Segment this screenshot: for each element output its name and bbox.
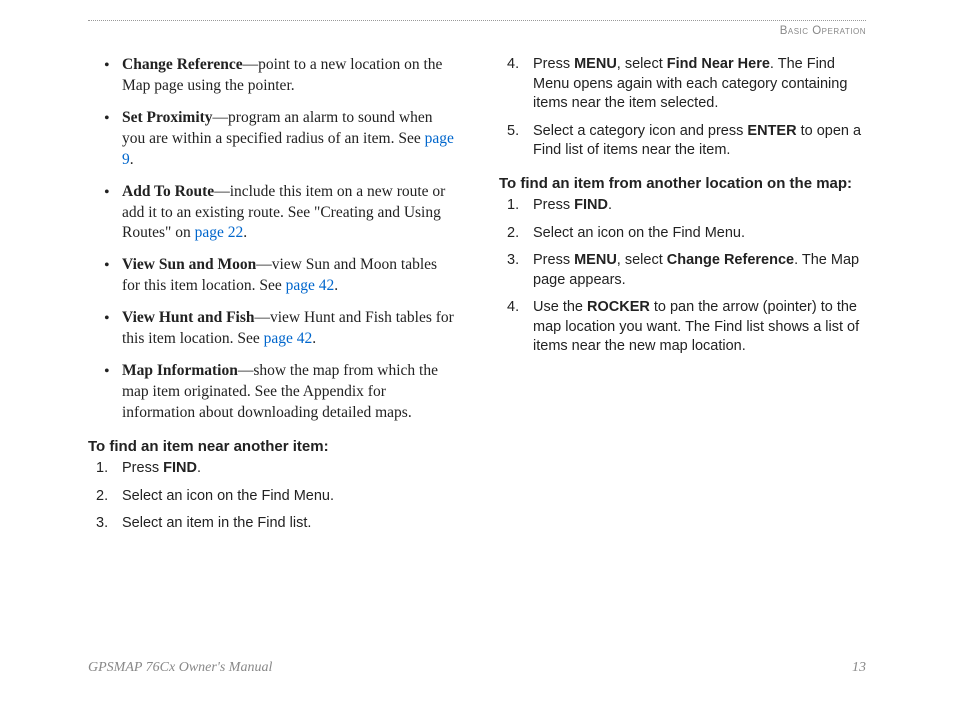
step-text: Select an icon on the Find Menu. <box>122 488 334 504</box>
step-item: 5. Select a category icon and press ENTE… <box>499 122 866 161</box>
bullet-title: Set Proximity <box>122 109 213 126</box>
step-text-pre: Select a category icon and press <box>533 123 747 139</box>
step-number: 1. <box>507 196 519 216</box>
left-column: Change Reference—point to a new location… <box>88 55 455 542</box>
step-number: 4. <box>507 298 519 318</box>
step-text-mid: , select <box>617 56 667 72</box>
key-change-reference: Change Reference <box>667 252 794 268</box>
step-text-pre: Use the <box>533 299 587 315</box>
key-menu: MENU <box>574 252 617 268</box>
step-item: 4. Use the ROCKER to pan the arrow (poin… <box>499 298 866 357</box>
step-number: 3. <box>96 514 108 534</box>
step-text-mid: , select <box>617 252 667 268</box>
key-find-near-here: Find Near Here <box>667 56 770 72</box>
step-number: 4. <box>507 55 519 75</box>
bullet-title: View Hunt and Fish <box>122 309 255 326</box>
step-item: 2. Select an icon on the Find Menu. <box>499 224 866 244</box>
bullet-view-sun-moon: View Sun and Moon—view Sun and Moon tabl… <box>104 255 455 297</box>
key-find: FIND <box>163 460 197 476</box>
bullet-title: Add To Route <box>122 183 214 200</box>
page-number: 13 <box>852 660 866 676</box>
step-item: 1. Press FIND. <box>88 459 455 479</box>
step-item: 4. Press MENU, select Find Near Here. Th… <box>499 55 866 114</box>
step-text: Select an item in the Find list. <box>122 515 311 531</box>
step-item: 3. Press MENU, select Change Reference. … <box>499 251 866 290</box>
page-link[interactable]: page 22 <box>195 224 244 241</box>
bullet-desc-end: . <box>243 224 247 241</box>
bullet-map-information: Map Information—show the map from which … <box>104 361 455 424</box>
section-header: Basic Operation <box>88 25 866 37</box>
bullet-set-proximity: Set Proximity—program an alarm to sound … <box>104 108 455 171</box>
bullet-desc-end: . <box>334 277 338 294</box>
step-number: 3. <box>507 251 519 271</box>
step-text-pre: Press <box>122 460 163 476</box>
page-footer: GPSMAP 76Cx Owner's Manual 13 <box>88 660 866 676</box>
right-column: 4. Press MENU, select Find Near Here. Th… <box>499 55 866 542</box>
footer-title: GPSMAP 76Cx Owner's Manual <box>88 660 272 676</box>
header-rule <box>88 20 866 21</box>
procedure-heading: To find an item from another location on… <box>499 174 866 194</box>
step-text-pre: Press <box>533 197 574 213</box>
step-text-post: . <box>608 197 612 213</box>
bullet-title: Change Reference <box>122 56 243 73</box>
procedure-heading: To find an item near another item: <box>88 437 455 457</box>
steps-continued: 4. Press MENU, select Find Near Here. Th… <box>499 55 866 161</box>
steps-list-2: 1. Press FIND. 2. Select an icon on the … <box>499 196 866 357</box>
page-link[interactable]: page 42 <box>286 277 335 294</box>
step-text: Select an icon on the Find Menu. <box>533 225 745 241</box>
step-number: 2. <box>507 224 519 244</box>
key-find: FIND <box>574 197 608 213</box>
bullet-desc-end: . <box>130 151 134 168</box>
step-text-pre: Press <box>533 56 574 72</box>
page-link[interactable]: page 42 <box>264 330 313 347</box>
bullet-change-reference: Change Reference—point to a new location… <box>104 55 455 97</box>
step-number: 1. <box>96 459 108 479</box>
bullet-view-hunt-fish: View Hunt and Fish—view Hunt and Fish ta… <box>104 308 455 350</box>
column-layout: Change Reference—point to a new location… <box>88 55 866 542</box>
step-item: 3. Select an item in the Find list. <box>88 514 455 534</box>
step-number: 5. <box>507 122 519 142</box>
document-page: Basic Operation Change Reference—point t… <box>0 0 954 716</box>
step-item: 1. Press FIND. <box>499 196 866 216</box>
steps-list-1: 1. Press FIND. 2. Select an icon on the … <box>88 459 455 534</box>
step-text-pre: Press <box>533 252 574 268</box>
step-text-post: . <box>197 460 201 476</box>
key-menu: MENU <box>574 56 617 72</box>
options-list: Change Reference—point to a new location… <box>88 55 455 424</box>
bullet-desc-end: . <box>312 330 316 347</box>
step-number: 2. <box>96 487 108 507</box>
bullet-add-to-route: Add To Route—include this item on a new … <box>104 182 455 245</box>
key-rocker: ROCKER <box>587 299 650 315</box>
key-enter: ENTER <box>747 123 796 139</box>
step-item: 2. Select an icon on the Find Menu. <box>88 487 455 507</box>
bullet-title: Map Information <box>122 362 238 379</box>
bullet-title: View Sun and Moon <box>122 256 256 273</box>
